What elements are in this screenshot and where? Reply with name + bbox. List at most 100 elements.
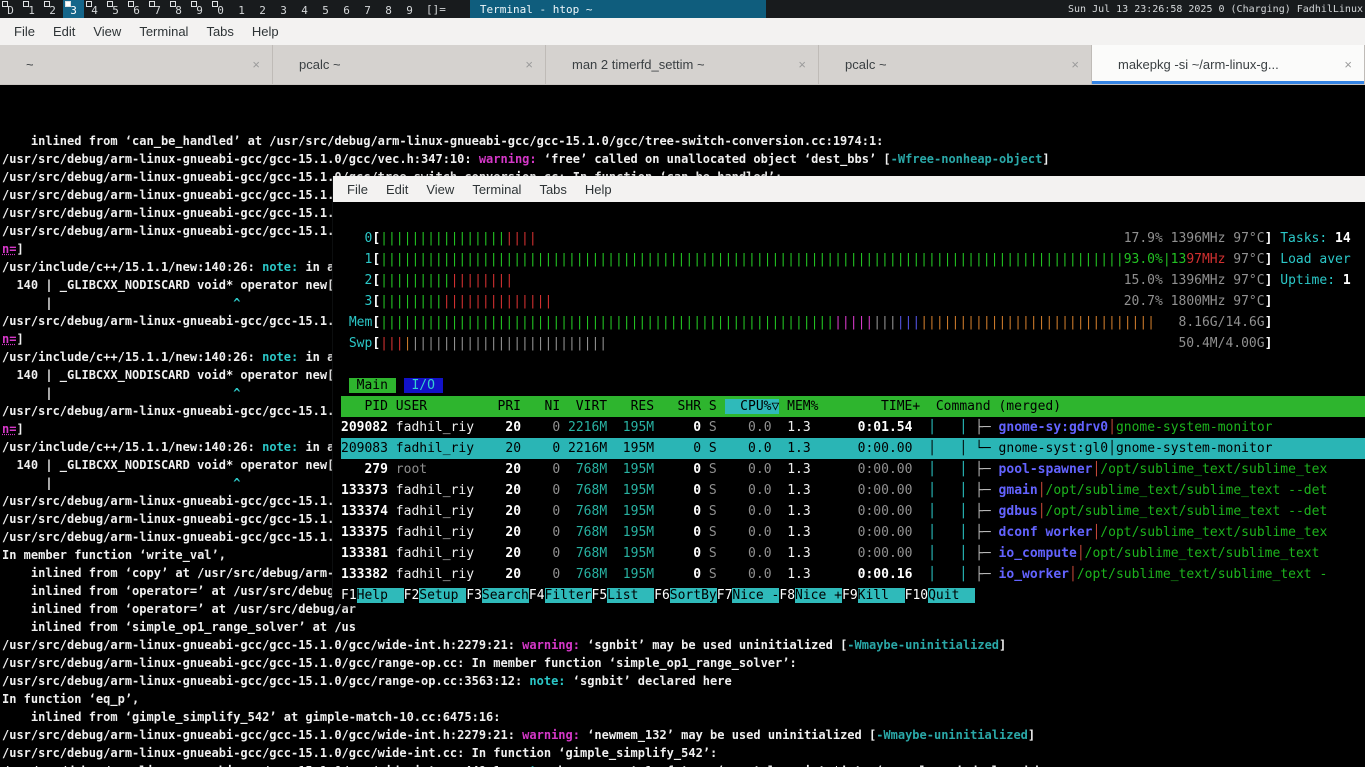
text-segment[interactable]: ├─ <box>975 546 998 561</box>
text-segment[interactable]: 195M <box>607 462 654 477</box>
text-segment[interactable]: F3 <box>466 588 482 603</box>
menu-item-file[interactable]: File <box>5 24 44 39</box>
text-segment[interactable]: pool-spawner <box>999 462 1093 477</box>
workspace-8[interactable]: 8 <box>378 0 399 18</box>
text-segment[interactable]: F6 <box>654 588 670 603</box>
text-segment[interactable]: 20 <box>474 546 521 561</box>
close-icon[interactable]: × <box>252 57 260 72</box>
text-segment[interactable]: 0.0 <box>717 567 772 582</box>
text-segment[interactable]: 195M <box>607 546 654 561</box>
text-segment[interactable]: Setup <box>419 588 466 603</box>
workspace-2[interactable]: 2 <box>42 0 63 18</box>
text-segment[interactable]: CPU%▽ <box>725 399 780 414</box>
text-segment[interactable]: 209083 <box>341 441 396 456</box>
text-segment[interactable]: 1.3 <box>772 525 811 540</box>
text-segment[interactable]: │ │ <box>912 546 975 561</box>
menu-item-view[interactable]: View <box>417 182 463 197</box>
text-segment[interactable]: io_compute <box>999 546 1077 561</box>
workspace-7[interactable]: 7 <box>357 0 378 18</box>
menu-item-tabs[interactable]: Tabs <box>530 182 575 197</box>
text-segment[interactable]: 133375 <box>341 525 396 540</box>
process-row[interactable]: 279 root 20 0 768M 195M 0 S 0.0 1.3 0:00… <box>341 459 1365 480</box>
workspace-5[interactable]: 5 <box>315 0 336 18</box>
text-segment[interactable]: S <box>701 483 717 498</box>
close-icon[interactable]: × <box>1344 57 1352 72</box>
text-segment[interactable]: 0.0 <box>717 504 772 519</box>
process-row[interactable]: 133373 fadhil_riy 20 0 768M 195M 0 S 0.0… <box>341 480 1365 501</box>
process-row[interactable]: 133382 fadhil_riy 20 0 768M 195M 0 S 0.0… <box>341 564 1365 585</box>
text-segment[interactable]: 20 <box>474 462 521 477</box>
text-segment[interactable]: 1.3 <box>772 420 811 435</box>
text-segment[interactable]: /opt/sublime_text/sublime_text --det <box>1046 483 1328 498</box>
process-row-selected[interactable]: 209083 fadhil_riy 20 0 2216M 195M 0 S 0.… <box>341 438 1365 459</box>
text-segment[interactable]: 20 <box>474 525 521 540</box>
workspace-4[interactable]: 4 <box>294 0 315 18</box>
text-segment[interactable]: F5 <box>592 588 608 603</box>
terminal-tab[interactable]: man 2 timerfd_settim ~× <box>546 45 819 84</box>
text-segment[interactable]: 0 <box>654 462 701 477</box>
text-segment[interactable]: 20 <box>474 483 521 498</box>
close-icon[interactable]: × <box>798 57 806 72</box>
text-segment[interactable]: 0 <box>521 525 560 540</box>
text-segment[interactable]: ├─ <box>975 462 998 477</box>
workspace-2[interactable]: 2 <box>252 0 273 18</box>
text-segment[interactable]: 0 <box>654 525 701 540</box>
text-segment[interactable]: 0 <box>521 546 560 561</box>
text-segment[interactable]: io_worker <box>999 567 1069 582</box>
text-segment[interactable]: S <box>701 462 717 477</box>
text-segment[interactable]: │ │ <box>912 567 975 582</box>
text-segment[interactable]: 2216M <box>560 420 607 435</box>
menu-item-view[interactable]: View <box>84 24 130 39</box>
text-segment[interactable]: 20 <box>474 504 521 519</box>
text-segment[interactable]: 0 <box>521 504 560 519</box>
workspace-1[interactable]: 1 <box>231 0 252 18</box>
text-segment[interactable]: │ │ <box>912 462 975 477</box>
text-segment[interactable]: dconf worker <box>999 525 1093 540</box>
text-segment[interactable]: PID USER PRI NI VIRT RES SHR S <box>341 399 725 414</box>
text-segment[interactable]: S <box>701 546 717 561</box>
text-segment[interactable]: │ <box>1069 567 1077 582</box>
workspace-9[interactable]: 9 <box>189 0 210 18</box>
text-segment[interactable]: F10 <box>905 588 928 603</box>
text-segment[interactable]: Filter <box>545 588 592 603</box>
text-segment[interactable]: 0:00.00 <box>811 441 913 456</box>
text-segment[interactable]: 1.3 <box>772 462 811 477</box>
text-segment[interactable]: gnome-sy:gdrv0 <box>999 420 1109 435</box>
text-segment[interactable]: gnome-syst:gl0 <box>999 441 1109 456</box>
text-segment[interactable]: F7 <box>717 588 733 603</box>
menu-item-edit[interactable]: Edit <box>44 24 84 39</box>
text-segment[interactable]: gnome-system-monitor <box>1116 441 1273 456</box>
text-segment[interactable]: 1.3 <box>772 504 811 519</box>
close-icon[interactable]: × <box>525 57 533 72</box>
table-header[interactable]: PID USER PRI NI VIRT RES SHR S CPU%▽ MEM… <box>341 396 1365 417</box>
workspace-5[interactable]: 5 <box>105 0 126 18</box>
workspace-7[interactable]: 7 <box>147 0 168 18</box>
menu-item-terminal[interactable]: Terminal <box>463 182 530 197</box>
text-segment[interactable]: 133381 <box>341 546 396 561</box>
text-segment[interactable]: F1 <box>341 588 357 603</box>
text-segment[interactable]: 0 <box>521 462 560 477</box>
text-segment[interactable]: 1.3 <box>772 441 811 456</box>
text-segment[interactable]: 0:00.00 <box>811 525 913 540</box>
text-segment[interactable]: │ │ <box>912 504 975 519</box>
process-row[interactable]: 209082 fadhil_riy 20 0 2216M 195M 0 S 0.… <box>341 417 1365 438</box>
menu-item-file[interactable]: File <box>338 182 377 197</box>
text-segment[interactable]: ├─ <box>975 483 998 498</box>
text-segment[interactable]: ├─ <box>975 504 998 519</box>
workspace-3[interactable]: 3 <box>273 0 294 18</box>
text-segment[interactable]: S <box>701 420 717 435</box>
text-segment[interactable]: 0 <box>654 441 701 456</box>
text-segment[interactable]: Main <box>349 378 396 393</box>
close-icon[interactable]: × <box>1071 57 1079 72</box>
text-segment[interactable]: 20 <box>474 567 521 582</box>
layout-indicator-icon[interactable]: []= <box>420 0 452 18</box>
text-segment[interactable]: /opt/sublime_text/sublime_text --det <box>1046 504 1328 519</box>
text-segment[interactable]: 0:00.00 <box>811 462 913 477</box>
htop-tab-row[interactable]: Main I/O <box>341 375 1365 396</box>
text-segment[interactable]: 0:01.54 <box>811 420 913 435</box>
text-segment[interactable]: 195M <box>607 483 654 498</box>
text-segment[interactable]: Nice - <box>732 588 779 603</box>
process-row[interactable]: 133375 fadhil_riy 20 0 768M 195M 0 S 0.0… <box>341 522 1365 543</box>
text-segment[interactable] <box>396 378 404 393</box>
text-segment[interactable]: 1.3 <box>772 483 811 498</box>
